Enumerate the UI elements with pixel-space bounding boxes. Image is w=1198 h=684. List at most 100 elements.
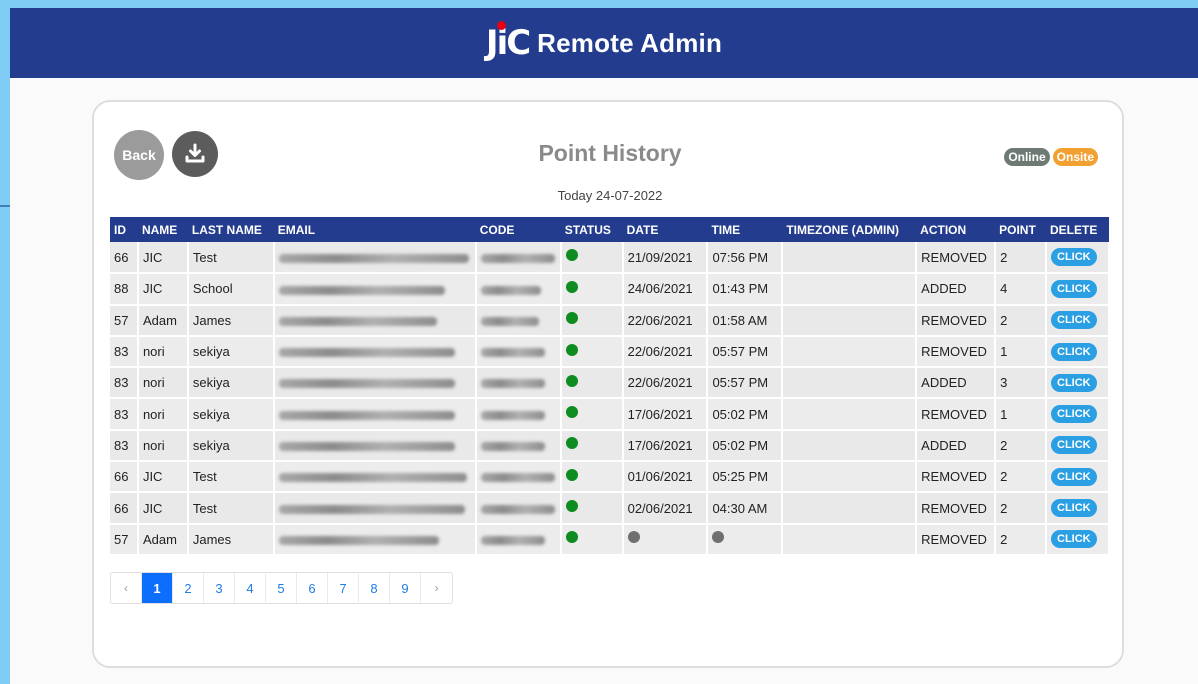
cell-point: 2 xyxy=(995,492,1048,525)
redacted-code xyxy=(480,285,541,295)
cell-timezone xyxy=(782,429,918,463)
table-row: 83 nori sekiya 17/06/2021 05:02 PM REMOVED 1 CL… xyxy=(110,398,1110,431)
top-bar: JiC Remote Admin xyxy=(10,8,1198,78)
redacted-email xyxy=(278,441,455,451)
cell-delete: CLICK xyxy=(1046,367,1110,400)
point-history-card: Back Point History Today 24-07-2022 Onli… xyxy=(92,100,1124,668)
app-title: Remote Admin xyxy=(537,27,723,58)
cell-action: REMOVED xyxy=(916,304,997,337)
page-8-button[interactable]: 8 xyxy=(359,573,390,603)
cell-time xyxy=(707,523,784,556)
cell-status xyxy=(560,492,624,525)
cell-point: 2 xyxy=(995,461,1048,494)
cell-status xyxy=(560,398,624,431)
onsite-badge: Onsite xyxy=(1052,148,1098,166)
cell-id: 83 xyxy=(110,335,139,369)
column-header: EMAIL xyxy=(273,217,476,242)
cell-point: 2 xyxy=(995,429,1048,463)
table-row: 83 nori sekiya 22/06/2021 05:57 PM REMOVED 1 CL… xyxy=(110,335,1110,369)
delete-click-button[interactable]: CLICK xyxy=(1051,467,1097,486)
delete-click-button[interactable]: CLICK xyxy=(1051,311,1097,330)
page-9-button[interactable]: 9 xyxy=(390,573,421,603)
column-header: LAST NAME xyxy=(187,217,274,242)
page-5-button[interactable]: 5 xyxy=(266,573,297,603)
cell-action: REMOVED xyxy=(916,242,997,275)
column-header: NAME xyxy=(137,217,188,242)
page-4-button[interactable]: 4 xyxy=(235,573,266,603)
redacted-code xyxy=(480,535,545,545)
redacted-code xyxy=(480,316,539,326)
column-header: POINT xyxy=(995,217,1047,242)
frame-divider xyxy=(0,205,10,207)
cell-status xyxy=(560,335,624,369)
table-row: 83 nori sekiya 22/06/2021 05:57 PM ADDED 3 CLIC… xyxy=(110,367,1110,400)
cell-code xyxy=(475,273,562,306)
cell-name: Adam xyxy=(137,304,189,337)
cell-date: 24/06/2021 xyxy=(622,273,709,306)
cell-point: 2 xyxy=(995,304,1048,337)
cell-name: JIC xyxy=(137,461,189,494)
cell-action: ADDED xyxy=(916,429,997,463)
status-dot xyxy=(565,531,578,544)
cell-date: 22/06/2021 xyxy=(622,367,709,400)
cell-status xyxy=(560,242,624,275)
cell-name: JIC xyxy=(137,273,189,306)
cell-id: 57 xyxy=(110,304,139,337)
cell-action: REMOVED xyxy=(916,523,997,556)
table-row: 88 JIC School 24/06/2021 01:43 PM ADDED 4 CLICK xyxy=(110,273,1110,306)
cell-action: REMOVED xyxy=(916,335,997,369)
cell-action: ADDED xyxy=(916,273,997,306)
redacted-email xyxy=(278,285,445,295)
cell-id: 57 xyxy=(110,523,139,556)
cell-last-name: sekiya xyxy=(187,367,275,400)
delete-click-button[interactable]: CLICK xyxy=(1051,499,1097,518)
cell-date: 22/06/2021 xyxy=(622,304,709,337)
page-1-button[interactable]: 1 xyxy=(142,573,173,603)
page-3-button[interactable]: 3 xyxy=(204,573,235,603)
cell-name: nori xyxy=(137,429,189,463)
redacted-code xyxy=(480,410,545,420)
cell-date: 21/09/2021 xyxy=(622,242,709,275)
page-6-button[interactable]: 6 xyxy=(297,573,328,603)
page-7-button[interactable]: 7 xyxy=(328,573,359,603)
redacted-code xyxy=(480,441,545,451)
page-2-button[interactable]: 2 xyxy=(173,573,204,603)
status-legend: Online Onsite xyxy=(1004,148,1098,166)
status-dot xyxy=(565,437,578,450)
cell-action: REMOVED xyxy=(916,461,997,494)
redacted-email xyxy=(278,253,469,263)
redacted-code xyxy=(480,473,555,483)
cell-status xyxy=(560,429,624,463)
cell-timezone xyxy=(782,273,918,306)
delete-click-button[interactable]: CLICK xyxy=(1051,248,1097,267)
cell-time: 05:57 PM xyxy=(707,367,784,400)
column-header: STATUS xyxy=(560,217,623,242)
delete-click-button[interactable]: CLICK xyxy=(1051,530,1097,549)
cell-email xyxy=(273,242,477,275)
table-header-row: ID NAME LAST NAME EMAIL CODE STATUS DATE TIME TI… xyxy=(110,217,1109,242)
redacted-code xyxy=(480,253,555,263)
cell-name: nori xyxy=(137,335,189,369)
cell-delete: CLICK xyxy=(1046,304,1110,337)
delete-click-button[interactable]: CLICK xyxy=(1051,405,1097,424)
cell-name: JIC xyxy=(137,492,189,525)
cell-date: 01/06/2021 xyxy=(622,461,709,494)
redacted-email xyxy=(278,410,455,420)
delete-click-button[interactable]: CLICK xyxy=(1051,342,1097,361)
prev-page-button[interactable]: ‹ xyxy=(111,573,142,603)
cell-id: 66 xyxy=(110,461,139,494)
cell-last-name: James xyxy=(187,523,275,556)
cell-time: 05:02 PM xyxy=(707,429,784,463)
table-row: 66 JIC Test 21/09/2021 07:56 PM REMOVED 2 CLICK xyxy=(110,242,1110,275)
column-header: ACTION xyxy=(916,217,996,242)
today-date: Today 24-07-2022 xyxy=(557,188,663,203)
online-badge: Online xyxy=(1004,148,1050,166)
table-row: 66 JIC Test 02/06/2021 04:30 AM REMOVED 2 CLICK xyxy=(110,492,1110,525)
redacted-code xyxy=(480,348,545,358)
page: JiC Remote Admin Back Point History Toda… xyxy=(10,8,1198,684)
delete-click-button[interactable]: CLICK xyxy=(1051,279,1097,298)
delete-click-button[interactable]: CLICK xyxy=(1051,436,1097,455)
next-page-button[interactable]: › xyxy=(421,573,452,603)
cell-last-name: James xyxy=(187,304,275,337)
delete-click-button[interactable]: CLICK xyxy=(1051,373,1097,392)
